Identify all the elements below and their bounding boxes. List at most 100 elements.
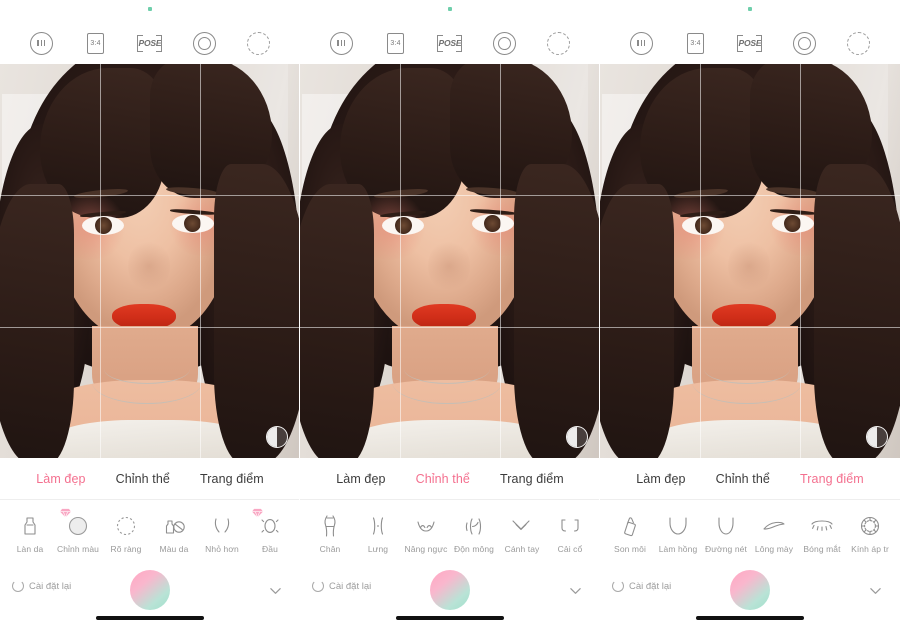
tool-skin-color[interactable]: Màu da (150, 511, 198, 554)
tool-blush[interactable]: Làm hồng (654, 511, 702, 554)
tab-2[interactable]: Trang điểm (800, 472, 864, 486)
filter-strength-icon[interactable] (628, 30, 655, 57)
reset-circular-arrow-icon (12, 580, 24, 592)
vip-diamond-icon (252, 508, 263, 518)
recording-indicator-dot (148, 7, 152, 11)
tool-label: Lông mày (754, 544, 794, 554)
reset-button[interactable]: Cài đặt lại (612, 580, 671, 592)
timer-dashed-icon[interactable] (245, 30, 272, 57)
shutter-ring-icon[interactable] (791, 30, 818, 57)
tool-label: Chân (319, 544, 341, 554)
aspect-ratio-label: 3:4 (387, 32, 405, 54)
photo-preview[interactable] (300, 64, 600, 458)
tool-bust[interactable]: Nâng ngực (402, 511, 450, 554)
compare-before-after-icon[interactable] (566, 426, 588, 448)
tool-neck[interactable]: Cải cổ (546, 511, 594, 554)
shutter-button[interactable] (730, 570, 770, 610)
color-tone-icon (60, 508, 95, 541)
reset-button[interactable]: Cài đặt lại (312, 580, 371, 592)
aspect-ratio-icon[interactable]: 3:4 (682, 30, 709, 57)
portrait-image (0, 64, 300, 458)
tool-strip[interactable]: Làn da Chỉnh màu Rõ ràng Màu da Nhỏ hơn Đầu (0, 500, 300, 566)
portrait-image (300, 64, 600, 458)
tool-label: Làn da (16, 544, 44, 554)
timer-dashed-icon[interactable] (545, 30, 572, 57)
chevron-down-icon[interactable] (569, 584, 582, 597)
shutter-button[interactable] (130, 570, 170, 610)
filter-strength-icon[interactable] (328, 30, 355, 57)
skin-icon (13, 511, 47, 541)
pose-label: POSE (437, 34, 463, 52)
tool-label: Chỉnh màu (56, 544, 99, 554)
camera-toolbar: 3:4 POSE (0, 22, 300, 64)
panel-3: 3:4 POSE Làm đẹp Chỉnh thể Trang điểm Son mô… (600, 0, 900, 632)
aspect-ratio-label: 3:4 (87, 32, 105, 54)
tool-label: Nâng ngực (404, 544, 448, 554)
photo-preview[interactable] (0, 64, 300, 458)
reset-circular-arrow-icon (612, 580, 624, 592)
tab-0[interactable]: Làm đẹp (636, 472, 685, 486)
tool-label: Đầu (262, 544, 278, 554)
category-tabs: Làm đẹp Chỉnh thể Trang điểm (600, 458, 900, 500)
home-indicator (696, 616, 804, 620)
tool-legs[interactable]: Chân (306, 511, 354, 554)
tool-skin[interactable]: Làn da (6, 511, 54, 554)
aspect-ratio-icon[interactable]: 3:4 (382, 30, 409, 57)
tool-color-tone[interactable]: Chỉnh màu (54, 508, 102, 554)
shutter-ring-icon[interactable] (191, 30, 218, 57)
tool-label: Cánh tay (504, 544, 540, 554)
camera-toolbar: 3:4 POSE (600, 22, 900, 64)
tool-hip[interactable]: Độn mông (450, 511, 498, 554)
tool-strip[interactable]: Chân Lưng Nâng ngực Độn mông Cánh tay Cải cổ (300, 500, 600, 566)
camera-toolbar: 3:4 POSE (300, 22, 600, 64)
reset-button[interactable]: Cài đặt lại (12, 580, 71, 592)
tab-0[interactable]: Làm đẹp (36, 472, 85, 486)
filter-strength-icon[interactable] (28, 30, 55, 57)
tool-lipstick[interactable]: Son môi (606, 511, 654, 554)
tool-label: Màu da (159, 544, 189, 554)
bottom-bar: Cài đặt lại (300, 566, 600, 632)
bust-icon (409, 511, 443, 541)
tool-slim-face[interactable]: Nhỏ hơn (198, 511, 246, 554)
legs-icon (313, 511, 347, 541)
pose-label: POSE (737, 34, 763, 52)
pose-icon[interactable]: POSE (436, 30, 463, 57)
tool-label: Son môi (614, 544, 646, 554)
blush-icon (661, 511, 695, 541)
tool-label: Bóng mắt (803, 544, 841, 554)
category-tabs: Làm đẹp Chỉnh thể Trang điểm (300, 458, 600, 500)
pose-icon[interactable]: POSE (736, 30, 763, 57)
waist-icon (361, 511, 395, 541)
tool-clarity[interactable]: Rõ ràng (102, 511, 150, 554)
tool-eyeshadow[interactable]: Bóng mắt (798, 511, 846, 554)
aspect-ratio-icon[interactable]: 3:4 (82, 30, 109, 57)
arm-icon (505, 511, 539, 541)
compare-before-after-icon[interactable] (266, 426, 288, 448)
tool-waist[interactable]: Lưng (354, 511, 402, 554)
shutter-ring-icon[interactable] (491, 30, 518, 57)
tool-eyebrow[interactable]: Lông mày (750, 511, 798, 554)
vip-diamond-icon (60, 508, 71, 518)
tool-contour[interactable]: Đường nét (702, 511, 750, 554)
reset-label: Cài đặt lại (329, 580, 372, 592)
tool-contacts[interactable]: Kính áp tr (846, 511, 894, 554)
photo-preview[interactable] (600, 64, 900, 458)
tab-2[interactable]: Trang điểm (500, 472, 564, 486)
tab-0[interactable]: Làm đẹp (336, 472, 385, 486)
tab-2[interactable]: Trang điểm (200, 472, 264, 486)
chevron-down-icon[interactable] (869, 584, 882, 597)
tool-head-size[interactable]: Đầu (246, 508, 294, 554)
shutter-button[interactable] (430, 570, 470, 610)
reset-label: Cài đặt lại (629, 580, 672, 592)
compare-before-after-icon[interactable] (866, 426, 888, 448)
timer-dashed-icon[interactable] (845, 30, 872, 57)
tool-arm[interactable]: Cánh tay (498, 511, 546, 554)
tool-label: Lưng (367, 544, 389, 554)
tool-strip[interactable]: Son môi Làm hồng Đường nét Lông mày Bóng mắt… (600, 500, 900, 566)
tab-1[interactable]: Chỉnh thể (716, 472, 770, 486)
reset-circular-arrow-icon (312, 580, 324, 592)
pose-icon[interactable]: POSE (136, 30, 163, 57)
chevron-down-icon[interactable] (269, 584, 282, 597)
tab-1[interactable]: Chỉnh thể (116, 472, 170, 486)
tab-1[interactable]: Chỉnh thể (416, 472, 470, 486)
